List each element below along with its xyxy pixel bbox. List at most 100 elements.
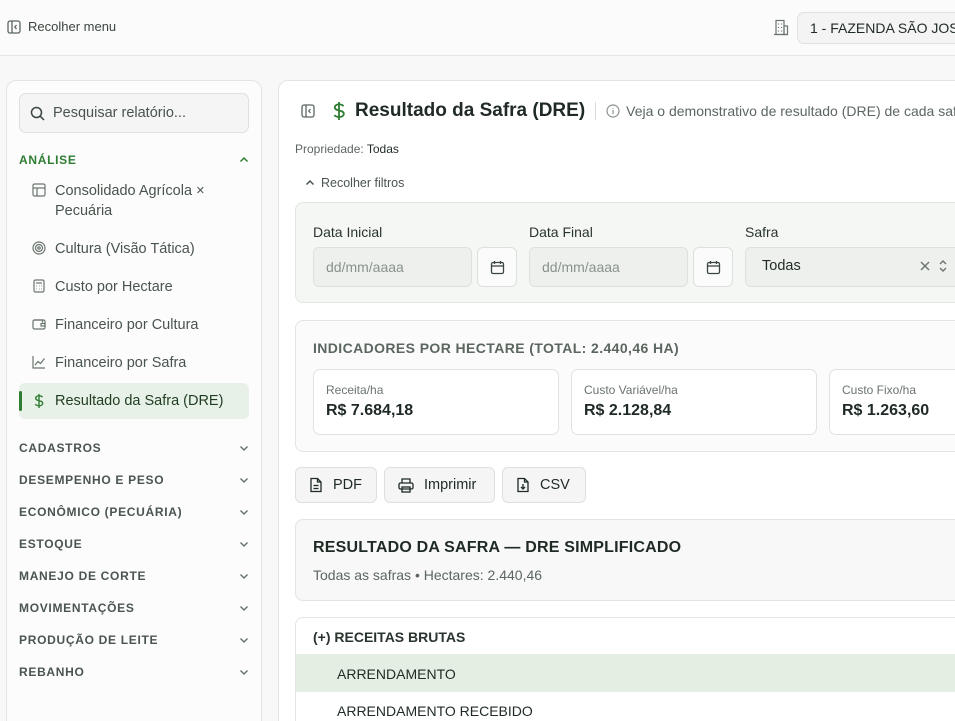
section-manejo-corte[interactable]: MANEJO DE CORTE — [19, 569, 249, 583]
indicator-label: Custo Variável/ha — [584, 383, 678, 397]
export-csv-button[interactable]: CSV — [502, 467, 586, 503]
filters-panel: Data Inicial dd/mm/aaaa Data Final dd/mm… — [295, 202, 955, 303]
property-value: Todas — [366, 142, 399, 156]
title-divider — [595, 102, 597, 120]
safra-value: Todas — [762, 258, 801, 274]
indicator-card-custo-fixo: Custo Fixo/ha R$ 1.263,60 — [829, 369, 955, 435]
calendar-icon — [706, 260, 721, 275]
page-description: Veja o demonstrativo de resultado (DRE) … — [626, 103, 955, 119]
sidebar-item-financeiro-safra[interactable]: Financeiro por Safra — [19, 353, 249, 373]
section-producao-leite[interactable]: PRODUÇÃO DE LEITE — [19, 633, 249, 647]
dollar-icon — [331, 101, 347, 121]
clear-icon[interactable] — [919, 260, 931, 272]
calendar-icon — [490, 260, 505, 275]
chevron-down-icon — [239, 507, 249, 517]
sidebar-item-financeiro-cultura[interactable]: Financeiro por Cultura — [19, 315, 249, 335]
sidebar-item-label: Financeiro por Safra — [55, 355, 187, 371]
section-economico-pecuaria[interactable]: ECONÔMICO (PECUÁRIA) — [19, 505, 249, 519]
indicators-panel: INDICADORES POR HECTARE (TOTAL: 2.440,46… — [295, 320, 955, 452]
sidebar-item-label: Consolidado Agrícola × Pecuária — [55, 183, 205, 219]
dre-header-card: RESULTADO DA SAFRA — DRE SIMPLIFICADO To… — [295, 519, 955, 601]
section-rebanho[interactable]: REBANHO — [19, 665, 249, 679]
chevron-down-icon — [239, 475, 249, 485]
sidebar-collapse-icon — [7, 19, 21, 34]
end-date-input[interactable]: dd/mm/aaaa — [529, 247, 688, 287]
table-row[interactable]: (+) RECEITAS BRUTAS — [296, 618, 955, 655]
section-label: REBANHO — [19, 665, 85, 679]
chevron-down-icon — [239, 635, 249, 645]
section-label: ANÁLISE — [19, 153, 77, 167]
indicator-value: R$ 7.684,18 — [326, 402, 414, 419]
section-label: MOVIMENTAÇÕES — [19, 601, 135, 615]
collapse-menu-label: Recolher menu — [28, 19, 117, 34]
wallet-icon — [32, 317, 46, 331]
top-bar: Recolher menu 1 - FAZENDA SÃO JOSÉ — [0, 0, 955, 56]
table-row[interactable]: ARRENDAMENTO RECEBIDO — [296, 692, 955, 721]
section-label: PRODUÇÃO DE LEITE — [19, 633, 159, 647]
collapse-filters-button[interactable]: Recolher filtros — [305, 176, 404, 190]
chevron-down-icon — [239, 667, 249, 677]
printer-icon — [398, 477, 414, 493]
chevron-down-icon — [239, 603, 249, 613]
table-icon — [32, 183, 46, 197]
sidebar-item-cultura[interactable]: Cultura (Visão Tática) — [19, 239, 249, 259]
target-icon — [32, 241, 46, 255]
safra-label: Safra — [745, 224, 779, 240]
section-label: CADASTROS — [19, 441, 102, 455]
safra-select[interactable]: Todas — [745, 247, 955, 287]
farm-selector[interactable]: 1 - FAZENDA SÃO JOSÉ — [797, 12, 955, 44]
property-info: Propriedade: Todas — [295, 142, 399, 156]
dre-table: (+) RECEITAS BRUTAS ARRENDAMENTO ARRENDA… — [295, 617, 955, 721]
start-date-picker-button[interactable] — [477, 247, 517, 287]
property-label: Propriedade: — [295, 142, 364, 156]
section-desempenho-peso[interactable]: DESEMPENHO E PESO — [19, 473, 249, 487]
sidebar-item-label: Financeiro por Cultura — [55, 317, 199, 333]
chevron-down-icon — [239, 539, 249, 549]
export-pdf-button[interactable]: PDF — [295, 467, 377, 503]
chevron-up-icon — [239, 155, 249, 165]
calculator-icon — [32, 279, 46, 293]
sidebar-item-label: Custo por Hectare — [55, 279, 173, 295]
indicator-label: Custo Fixo/ha — [842, 383, 917, 397]
info-icon — [606, 104, 620, 118]
row-label: (+) RECEITAS BRUTAS — [313, 629, 466, 645]
sidebar-item-label: Resultado da Safra (DRE) — [55, 393, 224, 409]
sidebar-toggle-icon[interactable] — [301, 104, 315, 118]
sidebar-item-resultado-safra[interactable]: Resultado da Safra (DRE) — [19, 383, 249, 419]
end-date-label: Data Final — [529, 224, 593, 240]
indicator-card-custo-variavel: Custo Variável/ha R$ 2.128,84 — [571, 369, 817, 435]
indicator-value: R$ 2.128,84 — [584, 402, 672, 419]
start-date-input[interactable]: dd/mm/aaaa — [313, 247, 472, 287]
line-chart-icon — [32, 355, 46, 369]
indicator-card-receita: Receita/ha R$ 7.684,18 — [313, 369, 559, 435]
sidebar-item-consolidado[interactable]: Consolidado Agrícola × Pecuária — [19, 181, 249, 221]
dre-subtitle: Todas as safras • Hectares: 2.440,46 — [313, 567, 543, 583]
indicator-value: R$ 1.263,60 — [842, 402, 930, 419]
page-title: Resultado da Safra (DRE) — [355, 100, 586, 121]
section-analise[interactable]: ANÁLISE — [19, 153, 249, 167]
dre-title: RESULTADO DA SAFRA — DRE SIMPLIFICADO — [313, 539, 682, 556]
dollar-icon — [32, 393, 46, 409]
end-date-picker-button[interactable] — [693, 247, 733, 287]
search-icon — [30, 106, 45, 121]
chevron-down-icon — [239, 571, 249, 581]
search-input[interactable] — [53, 105, 233, 121]
section-estoque[interactable]: ESTOQUE — [19, 537, 249, 551]
chevron-up-icon — [305, 178, 315, 188]
section-label: ECONÔMICO (PECUÁRIA) — [19, 505, 183, 519]
chevron-down-icon — [239, 443, 249, 453]
sidebar-item-custo-hectare[interactable]: Custo por Hectare — [19, 277, 249, 297]
print-button[interactable]: Imprimir — [384, 467, 495, 503]
collapse-filters-label: Recolher filtros — [321, 176, 405, 190]
page-header: Resultado da Safra (DRE) Veja o demonstr… — [301, 100, 955, 122]
sidebar-item-label: Cultura (Visão Tática) — [55, 241, 195, 257]
start-date-label: Data Inicial — [313, 224, 383, 240]
section-label: ESTOQUE — [19, 537, 83, 551]
export-csv-label: CSV — [540, 477, 570, 493]
section-movimentacoes[interactable]: MOVIMENTAÇÕES — [19, 601, 249, 615]
collapse-menu-button[interactable]: Recolher menu — [7, 19, 116, 34]
report-search[interactable] — [19, 93, 249, 133]
print-label: Imprimir — [424, 477, 477, 493]
table-row[interactable]: ARRENDAMENTO — [296, 655, 955, 692]
section-cadastros[interactable]: CADASTROS — [19, 441, 249, 455]
